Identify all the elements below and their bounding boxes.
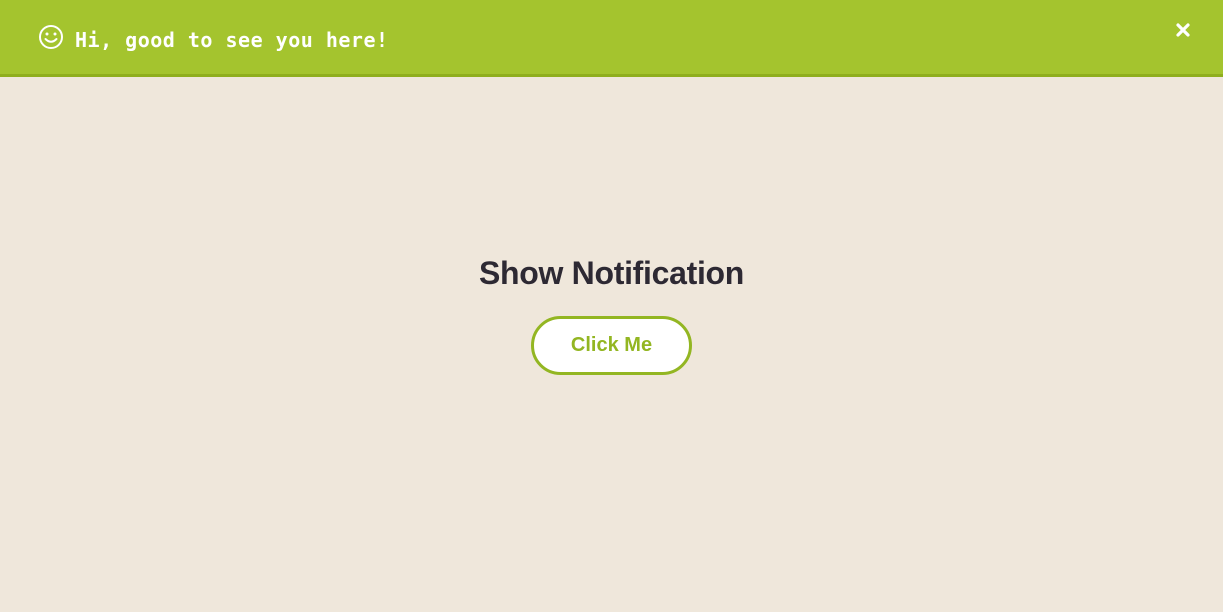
notification-banner: Hi, good to see you here! xyxy=(0,0,1223,77)
close-button[interactable] xyxy=(1173,22,1193,42)
main-content: Show Notification Click Me xyxy=(0,77,1223,612)
smiley-icon xyxy=(38,24,64,50)
click-me-button[interactable]: Click Me xyxy=(531,316,692,375)
close-icon[interactable] xyxy=(1176,22,1190,42)
page-title: Show Notification xyxy=(478,255,745,291)
notification-message: Hi, good to see you here! xyxy=(75,28,389,52)
